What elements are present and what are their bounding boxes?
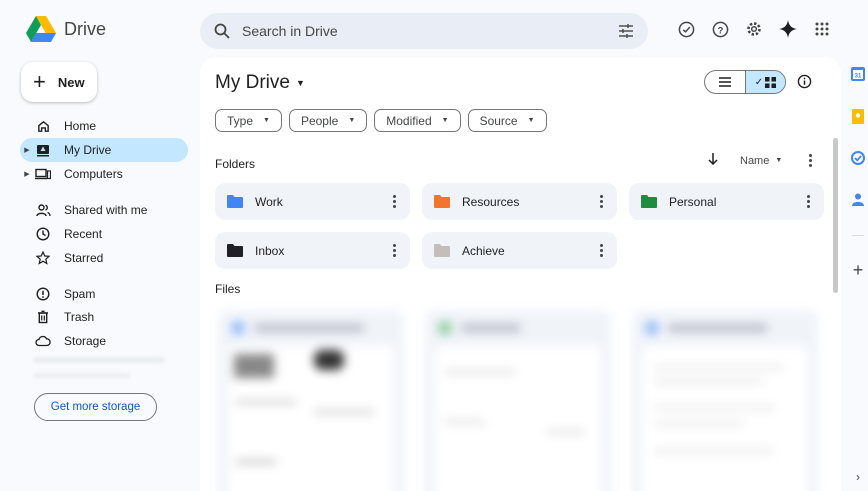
folder-card-personal[interactable]: Personal — [629, 183, 824, 220]
filter-modified-chip[interactable]: Modified ▼ — [374, 109, 461, 132]
sidebar-item-my-drive[interactable]: ▶ My Drive — [20, 138, 188, 162]
folder-icon — [434, 195, 450, 208]
get-more-storage-button[interactable]: Get more storage — [34, 393, 157, 421]
apps-grid-icon[interactable] — [812, 19, 832, 39]
search-bar[interactable]: Search in Drive — [200, 13, 648, 49]
title-dropdown-icon: ▼ — [295, 78, 305, 88]
filter-people-chip[interactable]: People ▼ — [288, 109, 368, 132]
svg-text:?: ? — [717, 25, 723, 36]
filter-type-chip[interactable]: Type ▼ — [215, 109, 282, 132]
spam-icon — [34, 285, 52, 303]
drive-logo-icon — [26, 16, 56, 42]
new-button[interactable]: + New — [21, 62, 97, 102]
folder-icon — [641, 195, 657, 208]
dropdown-arrow-icon: ▼ — [348, 117, 356, 124]
sidebar-item-trash[interactable]: Trash — [20, 305, 188, 329]
more-options-icon[interactable] — [597, 244, 605, 257]
drive-logo[interactable]: Drive — [26, 16, 106, 42]
view-toggle[interactable]: ✓ — [704, 70, 786, 94]
star-icon — [34, 249, 52, 267]
list-view-icon[interactable] — [705, 71, 745, 93]
page-title[interactable]: My Drive ▼ — [215, 72, 305, 94]
app-name: Drive — [64, 18, 107, 39]
rail-divider — [852, 235, 864, 236]
ready-offline-icon[interactable] — [676, 19, 696, 39]
folder-icon — [434, 244, 450, 257]
more-options-icon[interactable] — [804, 195, 812, 208]
file-card[interactable] — [425, 310, 611, 491]
expand-caret-icon[interactable]: ▶ — [20, 146, 34, 154]
more-options-icon[interactable] — [390, 244, 398, 257]
storage-usage-bar — [34, 358, 164, 362]
search-options-icon[interactable] — [618, 23, 634, 39]
settings-gear-icon[interactable] — [744, 19, 764, 39]
sidebar-item-recent[interactable]: Recent — [20, 222, 188, 246]
cloud-icon — [34, 332, 52, 350]
tasks-icon[interactable] — [848, 151, 868, 165]
sidebar-item-computers[interactable]: ▶ Computers — [20, 162, 188, 186]
get-add-ons-plus-icon[interactable]: + — [848, 260, 868, 281]
computers-icon — [34, 165, 52, 183]
info-icon[interactable] — [797, 74, 812, 94]
plus-icon: + — [33, 69, 46, 94]
calendar-icon[interactable]: 31 — [848, 66, 868, 81]
contacts-icon[interactable] — [848, 193, 868, 206]
shared-people-icon — [34, 201, 52, 219]
sort-by-button[interactable]: Name ▼ — [740, 155, 782, 167]
check-icon: ✓ — [754, 76, 764, 88]
clock-icon — [34, 225, 52, 243]
folder-card-resources[interactable]: Resources — [422, 183, 617, 220]
more-options-icon[interactable] — [806, 154, 814, 167]
svg-text:31: 31 — [855, 74, 862, 80]
folders-heading: Folders — [215, 157, 256, 171]
dropdown-arrow-icon: ▼ — [263, 117, 270, 124]
folder-icon — [227, 195, 243, 208]
trash-icon — [34, 308, 52, 326]
folder-card-work[interactable]: Work — [215, 183, 410, 220]
sort-direction-arrow-icon[interactable] — [708, 153, 718, 168]
expand-side-panel-chevron-icon[interactable]: › — [848, 470, 868, 484]
filter-source-chip[interactable]: Source ▼ — [467, 109, 547, 132]
storage-usage-text — [34, 374, 130, 377]
grid-view-button[interactable]: ✓ — [745, 71, 785, 93]
files-heading: Files — [215, 282, 241, 296]
sidebar-item-shared-with-me[interactable]: Shared with me — [20, 198, 188, 222]
more-options-icon[interactable] — [390, 195, 398, 208]
sidebar-item-starred[interactable]: Starred — [20, 246, 188, 270]
search-icon[interactable] — [214, 23, 230, 39]
search-input[interactable]: Search in Drive — [242, 23, 606, 39]
keep-notes-icon[interactable] — [848, 109, 868, 124]
new-button-label: New — [57, 74, 85, 90]
my-drive-icon — [34, 141, 52, 159]
file-card[interactable] — [218, 310, 404, 491]
sidebar-item-storage[interactable]: Storage — [20, 329, 188, 353]
grid-view-icon — [765, 76, 777, 88]
dropdown-arrow-icon: ▼ — [441, 117, 449, 124]
sidebar-item-home[interactable]: Home — [20, 114, 188, 138]
expand-caret-icon[interactable]: ▶ — [20, 170, 34, 178]
dropdown-arrow-icon: ▼ — [775, 157, 783, 164]
sidebar-item-spam[interactable]: Spam — [20, 282, 188, 306]
folder-card-inbox[interactable]: Inbox — [215, 232, 410, 269]
folder-icon — [227, 244, 243, 257]
more-options-icon[interactable] — [597, 195, 605, 208]
main-scrollbar[interactable] — [833, 138, 838, 293]
file-card[interactable] — [632, 310, 818, 491]
home-icon — [34, 117, 52, 135]
folder-card-achieve[interactable]: Achieve — [422, 232, 617, 269]
gemini-sparkle-icon[interactable] — [778, 19, 798, 39]
help-icon[interactable]: ? — [710, 19, 730, 39]
dropdown-arrow-icon: ▼ — [527, 117, 535, 124]
